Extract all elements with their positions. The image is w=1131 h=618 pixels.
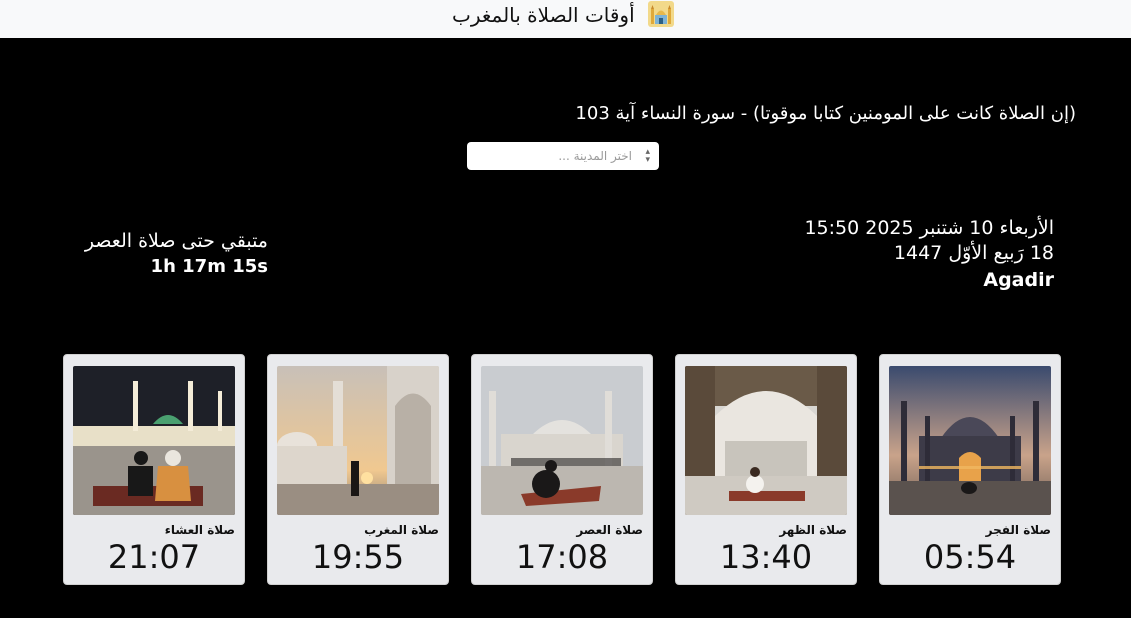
dhuhr-mosque-image [685, 366, 847, 515]
select-chevron-icon: ▴ ▾ [645, 147, 650, 165]
city-select-placeholder: اختر المدينة ... [558, 149, 632, 163]
city-select[interactable]: اختر المدينة ... ▴ ▾ [467, 142, 659, 170]
countdown-label: متبقي حتى صلاة العصر [84, 230, 268, 252]
prayer-time: 17:08 [515, 538, 609, 576]
prayer-name: صلاة العصر [576, 523, 643, 537]
prayer-card-maghrib: صلاة المغرب 19:55 [267, 354, 449, 585]
prayer-name: صلاة العشاء [164, 523, 235, 537]
prayer-card-fajr: صلاة الفجر 05:54 [879, 354, 1061, 585]
prayer-time: 19:55 [311, 538, 405, 576]
next-prayer-countdown: متبقي حتى صلاة العصر 1h 17m 15s [40, 228, 268, 280]
page-title: أوقات الصلاة بالمغرب [452, 3, 635, 27]
gregorian-date: الأربعاء 10 شتنبر 2025 15:50 [804, 217, 1054, 239]
date-info: الأربعاء 10 شتنبر 2025 15:50 18 رَبيع ال… [760, 215, 1054, 295]
navbar: أوقات الصلاة بالمغرب [0, 0, 1131, 38]
prayer-card-dhuhr: صلاة الظهر 13:40 [675, 354, 857, 585]
prayer-time: 13:40 [719, 538, 813, 576]
countdown-time: 1h 17m 15s [150, 256, 268, 277]
prayer-time: 05:54 [923, 538, 1017, 576]
hijri-date: 18 رَبيع الأوّل 1447 [893, 242, 1054, 264]
prayer-name: صلاة المغرب [364, 523, 439, 537]
prayer-name: صلاة الفجر [985, 523, 1051, 537]
fajr-mosque-image [889, 366, 1051, 515]
prayer-name: صلاة الظهر [779, 523, 847, 537]
selected-city: Agadir [983, 269, 1054, 291]
prayer-card-isha: صلاة العشاء 21:07 [63, 354, 245, 585]
isha-mosque-image [73, 366, 235, 515]
maghrib-mosque-image [277, 366, 439, 515]
asr-mosque-image [481, 366, 643, 515]
mosque-icon [648, 1, 674, 27]
prayer-time: 21:07 [107, 538, 201, 576]
quran-verse: (إن الصلاة كانت على المومنين كتابا موقوت… [575, 103, 1076, 124]
prayer-card-asr: صلاة العصر 17:08 [471, 354, 653, 585]
